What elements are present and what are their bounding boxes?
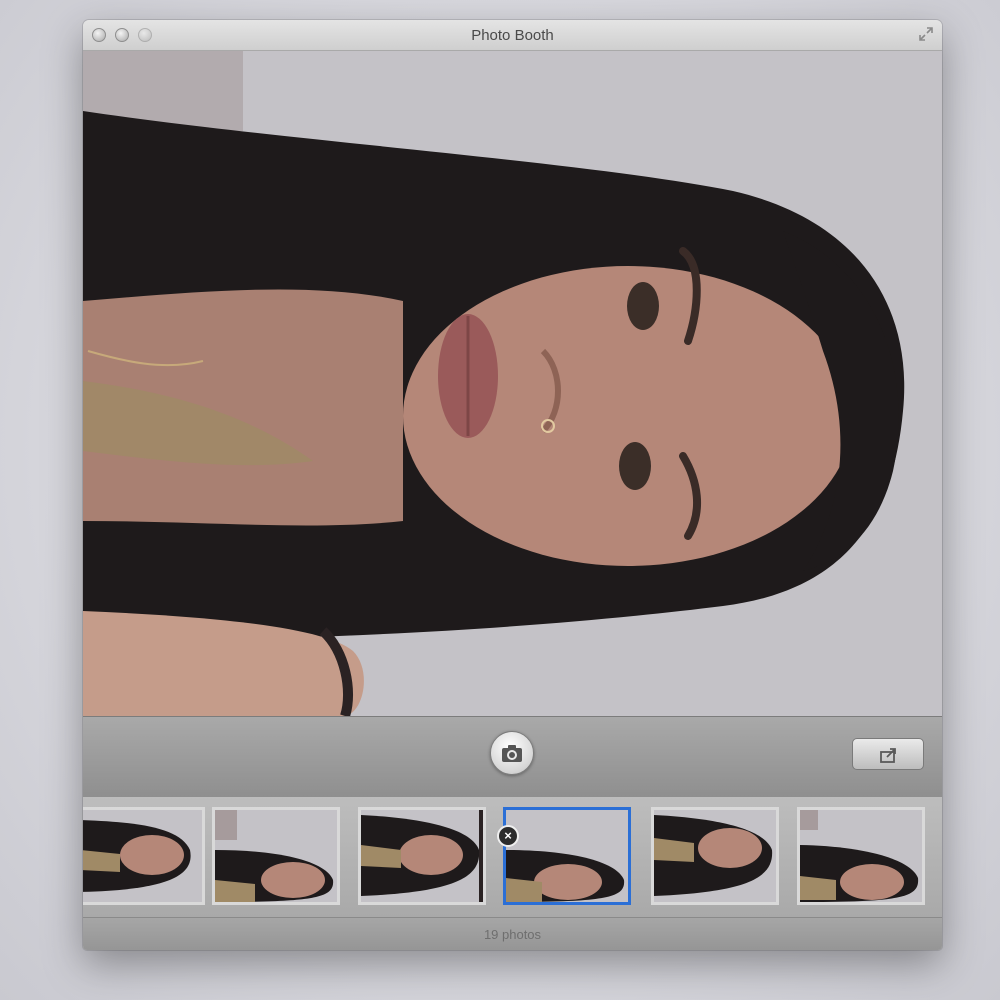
photo-thumbnail[interactable] bbox=[83, 807, 205, 905]
photo-filmstrip[interactable]: × bbox=[83, 797, 942, 917]
photo-thumbnail-selected[interactable] bbox=[503, 807, 631, 905]
window-title: Photo Booth bbox=[471, 27, 554, 44]
toolbar bbox=[83, 716, 942, 798]
photo-thumbnail[interactable] bbox=[797, 807, 925, 905]
delete-photo-button[interactable]: × bbox=[497, 825, 519, 847]
photo-thumbnail[interactable] bbox=[212, 807, 340, 905]
take-photo-button[interactable] bbox=[490, 731, 534, 775]
camera-icon bbox=[502, 745, 522, 762]
photo-thumbnail[interactable] bbox=[651, 807, 779, 905]
share-button[interactable] bbox=[852, 738, 924, 770]
camera-feed-image bbox=[83, 51, 942, 716]
fullscreen-button[interactable] bbox=[918, 26, 934, 42]
status-bar: 19 photos bbox=[83, 917, 942, 950]
title-bar[interactable]: Photo Booth bbox=[83, 20, 942, 51]
photo-thumbnail[interactable] bbox=[358, 807, 486, 905]
photo-count: 19 photos bbox=[483, 927, 542, 942]
photo-booth-window: Photo Booth × 19 photos bbox=[83, 20, 942, 950]
camera-preview bbox=[83, 51, 942, 716]
share-icon bbox=[880, 748, 896, 763]
fullscreen-icon bbox=[919, 27, 933, 41]
